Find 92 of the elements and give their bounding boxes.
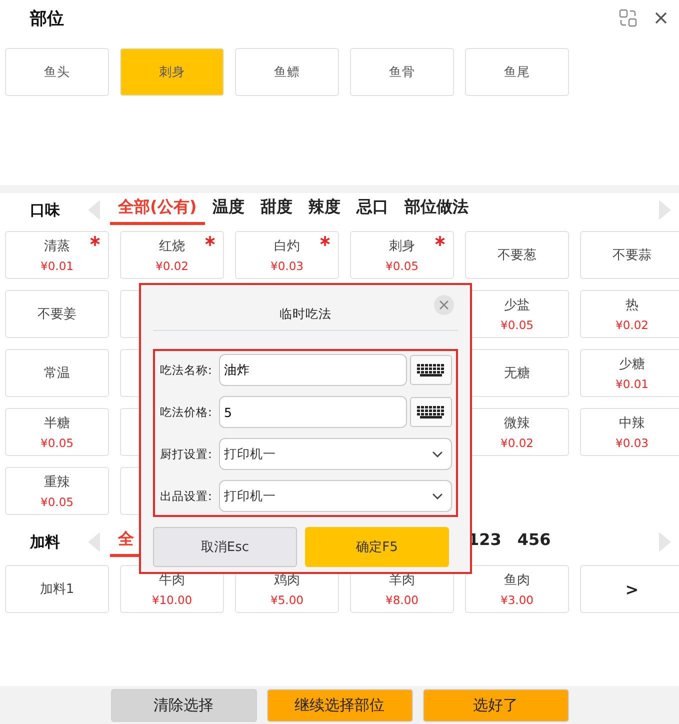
option-price: ¥0.05 [386,259,418,273]
close-icon [439,300,449,310]
section-title: 口味 [30,200,61,220]
option-name: 红烧 [159,238,185,255]
category-tab[interactable]: 忌口 [348,195,397,225]
confirm-button[interactable]: 确定F5 [305,527,449,567]
part-button[interactable]: 刺身 [120,48,224,96]
option-card[interactable]: 不要蒜 [580,231,679,279]
part-button[interactable]: 鱼骨 [350,48,454,96]
option-name: 常温 [44,365,70,382]
option-card[interactable]: 加料1 [5,565,109,613]
section-title: 部位 [30,8,64,30]
option-card[interactable]: 少糖 ¥0.01 [580,349,679,397]
input-field[interactable]: 油炸 [219,354,407,386]
option-card[interactable]: 白灼 ¥0.03 [235,231,339,279]
chevron-down-icon [432,492,443,500]
option-name: 清蒸 [44,238,70,255]
option-card[interactable]: 红烧 ¥0.02 [120,231,224,279]
option-card[interactable]: 常温 [5,349,109,397]
category-tab[interactable]: 部位做法 [396,195,477,225]
option-card[interactable]: 半糖 ¥0.05 [5,408,109,456]
option-price: ¥0.03 [270,259,304,273]
field-label: 吃法名称: [160,362,213,378]
keyboard-icon [416,363,446,377]
category-tab[interactable]: 温度 [204,195,253,225]
option-price: ¥0.05 [40,436,74,450]
option-price: ¥3.00 [500,593,534,607]
option-price: ¥8.00 [386,593,418,607]
action-button[interactable]: 继续选择部位 [266,689,412,722]
option-price: ¥0.05 [40,495,74,509]
dialog-title: 临时吃法 [280,306,332,323]
option-name: 不要蒜 [612,247,652,264]
part-button[interactable]: 鱼头 [5,48,109,96]
option-name: 白灼 [274,238,300,255]
chevron-down-icon [432,450,443,458]
keyboard-button[interactable] [410,397,452,427]
option-name: 中辣 [619,415,645,432]
close-button[interactable] [434,295,454,315]
option-name: 热 [626,297,638,314]
option-card[interactable]: 不要姜 [5,290,109,338]
option-card[interactable]: 清蒸 ¥0.01 [5,231,109,279]
option-card[interactable]: 鱼肉 ¥3.00 [465,565,569,613]
swap-icon[interactable] [619,9,637,27]
option-name: 微辣 [504,415,530,432]
field-label: 出品设置: [160,488,213,504]
option-name: 羊肉 [389,572,415,589]
option-card[interactable]: 热 ¥0.02 [580,290,679,338]
category-tab[interactable]: 辣度 [300,195,349,225]
option-card[interactable]: 中辣 ¥0.03 [580,408,679,456]
option-card[interactable]: 不要葱 [465,231,569,279]
option-name: 鸡肉 [274,572,300,589]
option-name: 无糖 [504,365,530,382]
keyboard-button[interactable] [410,355,452,385]
option-name: 刺身 [389,238,415,255]
part-button[interactable]: 鱼鳔 [235,48,339,96]
option-name: 少糖 [619,356,645,373]
action-button[interactable]: 选好了 [422,689,568,722]
option-name: 牛肉 [159,572,185,589]
input-field[interactable]: 5 [219,396,407,428]
option-price: ¥0.03 [616,436,648,450]
more-button[interactable]: > [580,565,679,613]
option-price: ¥5.00 [270,593,304,607]
close-icon[interactable] [655,12,667,24]
select-field[interactable]: 打印机一 [219,438,452,470]
category-tab[interactable]: 456 [509,528,559,556]
option-name: 半糖 [44,415,70,432]
option-price: ¥10.00 [152,593,192,607]
field-label: 吃法价格: [160,404,213,420]
option-name: 加料1 [40,581,74,598]
option-card[interactable]: 重辣 ¥0.05 [5,467,109,515]
category-tab[interactable]: 123 [460,528,510,556]
option-price: ¥0.01 [40,259,74,273]
option-price: ¥0.02 [500,436,534,450]
cancel-button[interactable]: 取消Esc [153,527,297,567]
option-card[interactable]: 刺身 ¥0.05 [350,231,454,279]
option-name: 重辣 [44,474,70,491]
field-label: 厨打设置: [160,446,213,462]
option-name: 不要葱 [498,247,536,264]
keyboard-icon [416,405,446,419]
option-name: 少盐 [504,297,530,314]
option-price: ¥0.01 [616,377,648,391]
option-price: ¥0.02 [616,318,648,332]
section-title: 加料 [30,532,61,552]
option-name: 不要姜 [38,306,76,323]
category-tab[interactable]: 甜度 [252,195,301,225]
select-field[interactable]: 打印机一 [219,480,452,512]
option-price: ¥0.05 [500,318,534,332]
category-tab[interactable]: 全部(公有) [110,195,205,225]
option-price: ¥0.02 [156,259,188,273]
action-button[interactable]: 清除选择 [110,689,256,722]
part-button[interactable]: 鱼尾 [465,48,569,96]
option-name: 鱼肉 [504,572,530,589]
